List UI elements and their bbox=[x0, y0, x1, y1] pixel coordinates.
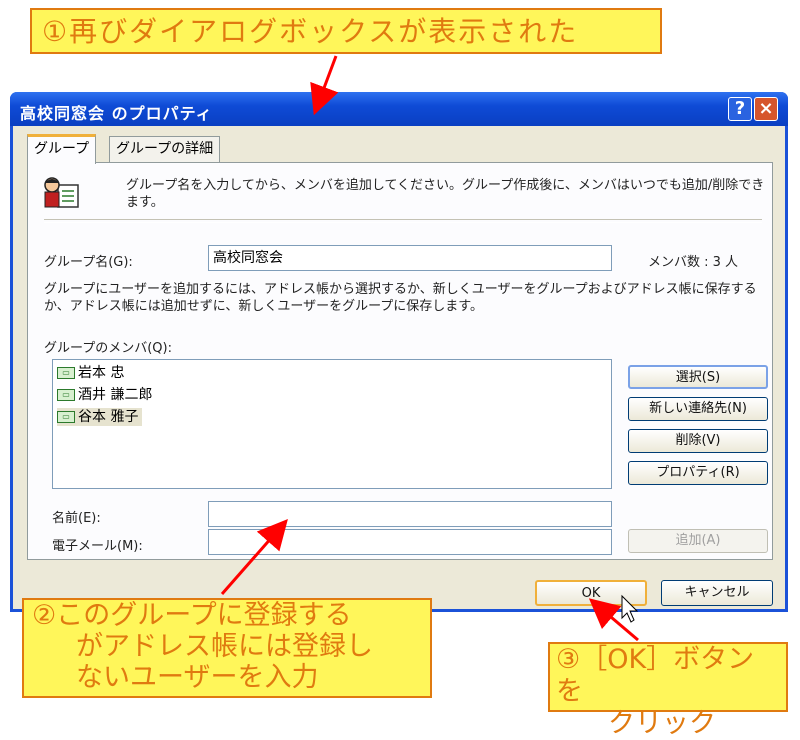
callout-enter-user: ②このグループに登録する がアドレス帳には登録し ないユーザーを入力 bbox=[22, 598, 432, 698]
cancel-button[interactable]: キャンセル bbox=[661, 580, 773, 606]
tab-group[interactable]: グループ bbox=[27, 134, 97, 164]
callout-click-ok: ③［OK］ボタンを クリック bbox=[548, 642, 788, 739]
help-button[interactable]: ? bbox=[728, 97, 752, 121]
callout-line: ③［OK］ボタンを bbox=[556, 644, 755, 707]
list-item[interactable]: ▭ 谷本 雅子 bbox=[57, 408, 143, 426]
callout-line: ②このグループに登録する bbox=[32, 600, 352, 631]
member-count: メンバ数 : 3 人 bbox=[648, 255, 739, 270]
title-bar[interactable]: 高校同窓会 のプロパティ ? × bbox=[10, 92, 788, 126]
tab-group-details[interactable]: グループの詳細 bbox=[109, 136, 221, 162]
contact-card-icon: ▭ bbox=[57, 389, 75, 401]
add-button[interactable]: 追加(A) bbox=[628, 529, 768, 553]
group-people-icon bbox=[44, 177, 79, 208]
info-text: グループにユーザーを追加するには、アドレス帳から選択するか、新しくユーザーをグル… bbox=[44, 282, 757, 314]
callout-line: クリック bbox=[608, 708, 716, 739]
member-list[interactable]: ▭ 岩本 忠 ▭ 酒井 謙二郎 ▭ 谷本 雅子 bbox=[52, 359, 612, 489]
divider bbox=[44, 219, 762, 223]
contact-card-icon: ▭ bbox=[57, 367, 75, 379]
select-button[interactable]: 選択(S) bbox=[628, 365, 768, 389]
new-contact-button[interactable]: 新しい連絡先(N) bbox=[628, 397, 768, 421]
contact-card-icon: ▭ bbox=[57, 411, 75, 423]
list-item[interactable]: ▭ 岩本 忠 bbox=[57, 364, 128, 382]
list-item[interactable]: ▭ 酒井 謙二郎 bbox=[57, 386, 156, 404]
intro-text: グループ名を入力してから、メンバを追加してください。グループ作成後に、メンバはい… bbox=[126, 178, 765, 210]
name-label: 名前(E): bbox=[52, 511, 101, 526]
members-label: グループのメンバ(Q): bbox=[44, 341, 172, 356]
window-title: 高校同窓会 のプロパティ bbox=[20, 104, 213, 123]
close-button[interactable]: × bbox=[754, 97, 778, 121]
group-name-input[interactable]: 高校同窓会 bbox=[208, 245, 612, 271]
name-input[interactable] bbox=[208, 501, 612, 527]
tab-panel: グループ名を入力してから、メンバを追加してください。グループ作成後に、メンバはい… bbox=[27, 162, 773, 560]
email-input[interactable] bbox=[208, 529, 612, 555]
group-name-label: グループ名(G): bbox=[44, 255, 133, 270]
callout-dialog-shown: ①再びダイアログボックスが表示された bbox=[30, 8, 662, 54]
callout-line: がアドレス帳には登録し bbox=[76, 631, 373, 662]
group-properties-dialog: 高校同窓会 のプロパティ ? × グループ グループの詳細 グループ名を入力して… bbox=[10, 92, 788, 612]
delete-button[interactable]: 削除(V) bbox=[628, 429, 768, 453]
email-label: 電子メール(M): bbox=[52, 539, 143, 554]
properties-button[interactable]: プロパティ(R) bbox=[628, 461, 768, 485]
callout-line: ないユーザーを入力 bbox=[76, 662, 319, 693]
ok-button[interactable]: OK bbox=[535, 580, 647, 606]
